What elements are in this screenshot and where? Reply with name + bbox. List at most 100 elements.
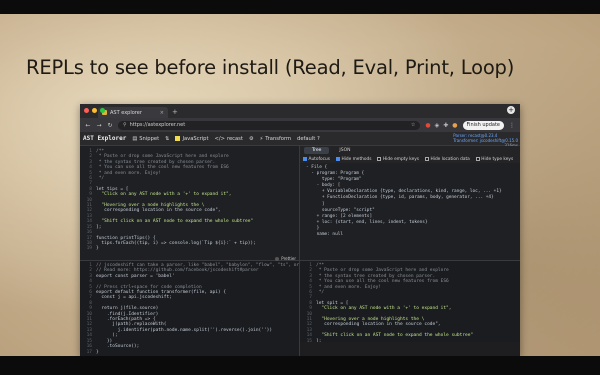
extensions-plus-icon[interactable]: + xyxy=(507,106,515,114)
keymap-menu[interactable]: default ? xyxy=(297,136,320,142)
code-text: const j = api.jscodeshift; xyxy=(96,295,172,301)
profile-avatar-icon[interactable]: ● xyxy=(452,122,457,129)
checkbox[interactable] xyxy=(335,157,340,161)
code-text: * and even more. Enjoy! xyxy=(96,170,162,176)
option-hide-type-keys[interactable]: Hide type keys xyxy=(475,156,514,162)
right-column: Tree JSON Autofocus Hide methods Hide empt… xyxy=(300,146,520,356)
left-column: 1/** 2 * Paste or drop some JavaScript he… xyxy=(80,146,300,356)
code-text: function printTips() { xyxy=(96,235,156,241)
prettier-label: Prettier xyxy=(281,256,296,261)
option-hide-empty-keys[interactable]: Hide empty keys xyxy=(377,157,419,162)
javascript-icon xyxy=(175,136,181,141)
tree-view-tabs: Tree JSON xyxy=(300,146,520,155)
code-text: * Paste or drop some JavaScript here and… xyxy=(316,268,449,274)
toggle-dot xyxy=(275,256,280,261)
option-autofocus[interactable]: Autofocus xyxy=(303,157,330,162)
option-hide-location-data[interactable]: Hide location data xyxy=(425,157,470,162)
finish-update-button[interactable]: Finish update xyxy=(462,120,504,130)
language-menu[interactable]: JavaScript xyxy=(175,136,208,142)
astexplorer-toolbar: AST Explorer ▤ Snippet ⇅ JavaScript </> re… xyxy=(80,132,520,148)
share-icon: ⇅ xyxy=(165,135,170,142)
browser-tab-title: AST explorer xyxy=(110,109,142,116)
bookmark-star-icon[interactable]: ☆ xyxy=(411,122,415,128)
snippet-label: Snippet xyxy=(139,135,160,142)
forward-icon[interactable]: → xyxy=(96,122,102,129)
code-text: */ xyxy=(316,290,325,296)
puzzle-icon[interactable]: ✚ xyxy=(443,122,448,129)
code-text: export const parser = 'babel' xyxy=(96,273,175,279)
code-text: .find(j.Identifier) xyxy=(96,311,159,317)
snippet-menu[interactable]: ▤ Snippet xyxy=(132,136,159,142)
transform-icon: ⚡ xyxy=(259,135,264,142)
browser-menu-icon[interactable]: ⋮ xyxy=(509,122,515,129)
code-text: }) xyxy=(96,338,113,344)
code-text: */ xyxy=(96,176,105,182)
tab-tree[interactable]: Tree xyxy=(304,147,330,154)
code-text: j.identifier(path.node.name.split('').re… xyxy=(96,327,273,333)
reload-icon[interactable]: ↻ xyxy=(107,122,113,129)
code-text: j(path).replaceWith( xyxy=(96,322,167,328)
tree-options: Autofocus Hide methods Hide empty keys Hide… xyxy=(300,155,520,163)
tab-json[interactable]: JSON xyxy=(331,147,358,154)
back-icon[interactable]: ← xyxy=(85,122,91,129)
parser-label: recast xyxy=(226,135,243,142)
checkbox-label: Hide methods xyxy=(341,156,372,162)
parser-settings-button[interactable]: ⚙ xyxy=(249,136,254,142)
transform-label: Transform xyxy=(265,135,292,142)
site-info-icon[interactable]: ⚲ xyxy=(123,122,127,128)
transform-menu[interactable]: ⚡ Transform xyxy=(260,136,291,142)
ast-tree[interactable]: - File { - program: Program { type: "Pro… xyxy=(300,163,520,260)
code-text: return j(file.source) xyxy=(96,306,159,312)
video-letterbox-top xyxy=(0,0,600,14)
close-window-button[interactable] xyxy=(84,108,89,113)
extension-red-icon[interactable]: ● xyxy=(425,122,430,129)
option-hide-methods[interactable]: Hide methods xyxy=(335,156,372,162)
prettier-toggle[interactable]: Prettier xyxy=(275,256,296,261)
checkbox-label: Hide type keys xyxy=(481,156,514,162)
extension-icon[interactable]: ◈ xyxy=(435,122,440,129)
checkbox-label: Hide location data xyxy=(430,156,470,162)
code-text: "Shift click on an AST node to expand th… xyxy=(96,219,254,225)
code-text: ]; xyxy=(316,338,322,342)
line-number: 15 xyxy=(306,338,312,342)
new-tab-button[interactable]: + xyxy=(172,107,178,118)
browser-toolbar: ← → ↻ ⚲ https://astexplorer.net ☆ ● ◈ ✚ … xyxy=(80,118,520,132)
transform-editor[interactable]: 1// jscodeshift can take a parser, like … xyxy=(80,260,299,356)
minimize-window-button[interactable] xyxy=(92,108,97,113)
tree-node[interactable]: name: null xyxy=(306,232,514,238)
checkbox[interactable] xyxy=(475,157,480,161)
maximize-window-button[interactable] xyxy=(100,108,105,113)
transform-line: 17} xyxy=(80,350,299,355)
address-bar[interactable]: ⚲ https://astexplorer.net ☆ xyxy=(118,120,421,130)
checkbox-label: Autofocus xyxy=(308,156,330,162)
code-text: .toSource(); xyxy=(96,344,140,350)
code-text: ); xyxy=(96,333,118,339)
window-controls xyxy=(84,108,105,113)
code-text: tips.forEach((tip, i) => console.log(`Ti… xyxy=(96,240,256,246)
address-url: https://astexplorer.net xyxy=(129,122,186,128)
browser-tab[interactable]: AST explorer × xyxy=(98,107,168,118)
checkbox[interactable] xyxy=(303,157,307,161)
code-text: } xyxy=(96,349,99,355)
checkbox[interactable] xyxy=(425,157,430,161)
app-brand: AST Explorer xyxy=(83,135,127,142)
main-content: 1/** 2 * Paste or drop some JavaScript he… xyxy=(80,146,520,356)
output-editor: 1/** 2 * Paste or drop some JavaScript he… xyxy=(300,260,520,342)
output-line: 15]; xyxy=(300,339,520,342)
code-text: "Click on any AST node with a '+' to exp… xyxy=(96,192,232,198)
source-line: 19} xyxy=(80,246,299,251)
language-label: JavaScript xyxy=(182,135,209,142)
checkbox-label: Hide empty keys xyxy=(382,156,420,162)
share-menu[interactable]: ⇅ xyxy=(165,136,169,142)
checkbox[interactable] xyxy=(377,157,382,161)
code-text: ]; xyxy=(96,224,102,230)
code-text: corresponding location in the source cod… xyxy=(316,322,441,328)
tree-node[interactable]: + FunctionDeclaration {type, id, params,… xyxy=(306,195,514,201)
parser-menu[interactable]: </> recast xyxy=(214,136,242,142)
slide-title: REPLs to see before install (Read, Eval,… xyxy=(26,56,515,79)
close-tab-icon[interactable]: × xyxy=(160,110,164,116)
code-text: "Shift click on an AST node to expand th… xyxy=(316,333,474,339)
code-text: } xyxy=(96,246,99,252)
source-editor[interactable]: 1/** 2 * Paste or drop some JavaScript he… xyxy=(80,146,299,260)
keymap-label: default ? xyxy=(297,135,320,142)
